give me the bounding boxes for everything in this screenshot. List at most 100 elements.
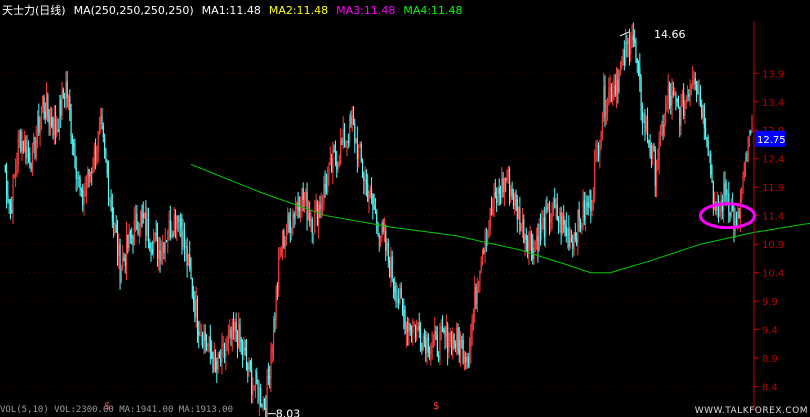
candle-body xyxy=(487,229,489,245)
candle-body xyxy=(13,175,15,177)
candle-body xyxy=(532,247,534,259)
candle-body xyxy=(452,334,454,352)
candle-body xyxy=(96,152,98,162)
highlight-circle xyxy=(698,202,756,230)
candle-body xyxy=(84,189,86,197)
candle-body xyxy=(671,91,673,106)
candle-body xyxy=(89,171,92,177)
candle-body xyxy=(665,104,667,124)
candle-body xyxy=(640,80,642,112)
candle-body xyxy=(171,233,173,238)
candle-body xyxy=(307,212,309,220)
candle-body xyxy=(194,300,196,318)
candle-body xyxy=(706,137,708,141)
candle-body xyxy=(723,182,725,212)
candle-body xyxy=(589,190,591,208)
candle-body xyxy=(481,250,484,261)
candle-body xyxy=(213,350,215,372)
candle-body xyxy=(519,207,521,231)
candle-body xyxy=(569,238,571,248)
candle-body xyxy=(705,127,707,138)
candle-body xyxy=(313,233,315,235)
candle-body xyxy=(493,192,495,209)
candle-body xyxy=(349,116,351,144)
candle-body xyxy=(647,120,649,141)
candle-body xyxy=(144,213,146,218)
candle-body xyxy=(595,148,597,162)
candle-body xyxy=(116,232,119,257)
y-tick-label: 8.9 xyxy=(762,354,778,365)
candle-body xyxy=(180,217,182,228)
candle-body xyxy=(318,205,320,225)
candle-body xyxy=(662,124,664,135)
candle-body xyxy=(343,128,346,148)
candle-body xyxy=(154,232,156,240)
candle-body xyxy=(62,89,64,97)
candle-body xyxy=(488,228,490,230)
candle-body xyxy=(661,124,663,126)
candle-body xyxy=(451,332,453,352)
candle-body xyxy=(492,208,494,215)
candle-body xyxy=(42,96,44,108)
candle-body xyxy=(79,178,81,190)
candle-body xyxy=(211,351,213,359)
candle-body xyxy=(689,85,691,97)
candle-body xyxy=(323,183,325,204)
candle-body xyxy=(395,291,397,303)
candle-body xyxy=(350,116,352,124)
candle-body xyxy=(7,194,9,200)
candle-body xyxy=(140,211,142,227)
candle-body xyxy=(274,319,276,321)
candle-body xyxy=(626,42,628,45)
candle-body xyxy=(729,212,731,217)
candle-body xyxy=(679,106,681,126)
candle-body xyxy=(368,197,370,202)
candle-body xyxy=(683,93,685,117)
candle-body xyxy=(35,139,37,157)
candle-body xyxy=(422,335,424,350)
candle-body xyxy=(603,86,605,118)
candle-body xyxy=(685,96,687,101)
candle-body xyxy=(436,334,438,357)
candle-body xyxy=(734,218,736,231)
candle-body xyxy=(200,334,202,336)
candle-body xyxy=(163,242,165,253)
candle-body xyxy=(71,135,73,144)
candle-body xyxy=(702,105,704,118)
candle-body xyxy=(127,234,129,248)
candle-body xyxy=(15,170,17,176)
candle-body xyxy=(677,102,680,107)
candle-body xyxy=(636,58,638,64)
candle-body xyxy=(411,329,413,334)
candle-body xyxy=(162,242,164,252)
candle-body xyxy=(622,49,624,63)
candle-body xyxy=(4,164,6,172)
candle-body xyxy=(92,168,94,173)
candle-body xyxy=(374,209,377,212)
candle-body xyxy=(399,288,401,304)
candle-body xyxy=(310,219,312,222)
candle-body xyxy=(73,143,75,147)
candle-body xyxy=(113,221,115,225)
candle-body xyxy=(461,339,463,341)
candle-body xyxy=(282,230,284,248)
price-axis: 13.913.412.912.411.911.410.910.49.99.48.… xyxy=(753,22,784,410)
candle-body xyxy=(248,360,250,370)
candle-body xyxy=(202,334,204,347)
candle-body xyxy=(465,356,467,362)
candle-body xyxy=(205,340,208,347)
candlestick-chart[interactable]: 13.913.412.912.411.911.410.910.49.99.48.… xyxy=(0,0,810,417)
candle-body xyxy=(539,223,542,233)
candle-body xyxy=(156,234,159,259)
stock-title: 天士力(日线) xyxy=(2,4,66,17)
candle-body xyxy=(445,324,447,337)
candle-body xyxy=(337,162,339,170)
candle-body xyxy=(48,114,50,125)
candle-body xyxy=(688,94,690,97)
candle-body xyxy=(510,188,512,197)
candle-body xyxy=(512,195,515,206)
candle-body xyxy=(570,238,573,243)
candle-body xyxy=(158,250,160,259)
candle-body xyxy=(159,250,161,262)
candle-body xyxy=(558,220,560,224)
